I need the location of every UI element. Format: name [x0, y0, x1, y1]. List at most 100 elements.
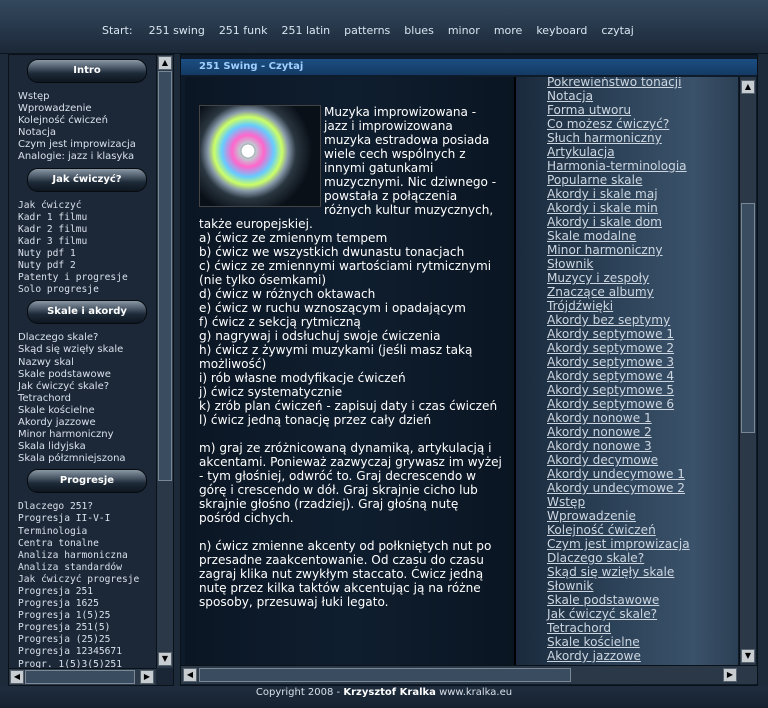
- side-link[interactable]: Akordy i skale maj: [547, 187, 690, 201]
- top-nav-link[interactable]: keyboard: [536, 24, 587, 37]
- side-link[interactable]: Akordy septymowe 6: [547, 397, 690, 411]
- sidebar-item[interactable]: Notacja: [18, 127, 156, 139]
- sidebar-item[interactable]: Nazwy skal: [18, 357, 156, 369]
- side-link[interactable]: Akordy septymowe 4: [547, 369, 690, 383]
- side-link[interactable]: Wprowadzenie: [547, 509, 690, 523]
- side-link[interactable]: Akordy bez septymy: [547, 313, 690, 327]
- side-link[interactable]: Akordy nonowe 2: [547, 425, 690, 439]
- side-link[interactable]: Jak ćwiczyć skale?: [547, 607, 690, 621]
- sidebar-item[interactable]: Skale kościelne: [18, 405, 156, 417]
- side-link[interactable]: Skale kościelne: [547, 635, 690, 649]
- sidebar-item[interactable]: Akordy jazzowe: [18, 417, 156, 429]
- top-nav-link[interactable]: 251 latin: [282, 24, 331, 37]
- scroll-up-icon[interactable]: ▲: [741, 80, 755, 94]
- side-link[interactable]: Słownik: [547, 579, 690, 593]
- top-nav-link[interactable]: more: [494, 24, 523, 37]
- sidebar-item[interactable]: Progresja 1(5)25: [18, 610, 156, 622]
- sidebar-item[interactable]: Wprowadzenie: [18, 103, 156, 115]
- sidebar-item[interactable]: Dlaczego skale?: [18, 332, 156, 344]
- sidebar-item[interactable]: Progresja 251(5): [18, 622, 156, 634]
- links-vertical-scrollbar[interactable]: ▲ ▼: [739, 77, 756, 665]
- sidebar-item[interactable]: Nuty pdf 1: [18, 248, 156, 260]
- sidebar-item[interactable]: Wstęp: [18, 91, 156, 103]
- top-nav-link[interactable]: 251 funk: [219, 24, 268, 37]
- side-link[interactable]: Akordy decymowe: [547, 453, 690, 467]
- main-horizontal-scrollbar[interactable]: ◀ ▶: [181, 665, 757, 684]
- scroll-thumb[interactable]: [25, 670, 135, 684]
- sidebar-item[interactable]: Dlaczego 251?: [18, 501, 156, 513]
- side-link[interactable]: Minor harmoniczny: [547, 243, 690, 257]
- sidebar-item[interactable]: Kadr 3 filmu: [18, 236, 156, 248]
- sidebar-item[interactable]: Solo progresje: [18, 284, 156, 296]
- side-link[interactable]: Forma utworu: [547, 103, 690, 117]
- side-link[interactable]: Słownik: [547, 257, 690, 271]
- side-link[interactable]: Tetrachord: [547, 621, 690, 635]
- side-link[interactable]: Akordy undecymowe 1: [547, 467, 690, 481]
- side-link[interactable]: Akordy nonowe 1: [547, 411, 690, 425]
- sidebar-item[interactable]: Nuty pdf 2: [18, 260, 156, 272]
- scroll-right-icon[interactable]: ▶: [723, 668, 737, 682]
- side-link[interactable]: Popularne skale: [547, 173, 690, 187]
- side-link[interactable]: Czym jest improwizacja: [547, 537, 690, 551]
- sidebar-item[interactable]: Skala półzmniejszona: [18, 453, 156, 465]
- side-link[interactable]: Muzycy i zespoły: [547, 271, 690, 285]
- side-link[interactable]: Notacja: [547, 89, 690, 103]
- sidebar-item[interactable]: Progresja 12345671: [18, 646, 156, 658]
- sidebar-item[interactable]: Progresja (25)25: [18, 634, 156, 646]
- sidebar-item[interactable]: Skąd się wzięły skale: [18, 344, 156, 356]
- side-link[interactable]: Akordy septymowe 3: [547, 355, 690, 369]
- sidebar-section-header[interactable]: Skale i akordy: [27, 300, 147, 325]
- side-link[interactable]: Akordy septymowe 1: [547, 327, 690, 341]
- footer-site-link[interactable]: www.kralka.eu: [439, 687, 512, 698]
- sidebar-item[interactable]: Minor harmoniczny: [18, 429, 156, 441]
- sidebar-item[interactable]: Centra tonalne: [18, 538, 156, 550]
- side-link[interactable]: Akordy i skale min: [547, 201, 690, 215]
- side-link[interactable]: Akordy nonowe 3: [547, 439, 690, 453]
- top-nav-link[interactable]: blues: [404, 24, 434, 37]
- side-link[interactable]: Skąd się wzięły skale: [547, 565, 690, 579]
- sidebar-item[interactable]: Kadr 2 filmu: [18, 224, 156, 236]
- sidebar-item[interactable]: Progresja 251: [18, 586, 156, 598]
- side-link[interactable]: Pokrewieństwo tonacji: [547, 77, 690, 89]
- sidebar-item[interactable]: Analiza standardów: [18, 562, 156, 574]
- scroll-right-icon[interactable]: ▶: [140, 670, 154, 684]
- side-link[interactable]: Akordy jazzowe: [547, 649, 690, 663]
- top-nav-link[interactable]: patterns: [344, 24, 390, 37]
- sidebar-item[interactable]: Skala lidyjska: [18, 441, 156, 453]
- side-link[interactable]: Co możesz ćwiczyć?: [547, 117, 690, 131]
- sidebar-item[interactable]: Patenty i progresje: [18, 272, 156, 284]
- top-nav-link[interactable]: 251 swing: [149, 24, 205, 37]
- side-link[interactable]: Harmonia-terminologia: [547, 159, 690, 173]
- scroll-thumb[interactable]: [741, 203, 755, 433]
- top-nav-link[interactable]: czytaj: [601, 24, 633, 37]
- sidebar-item[interactable]: Analiza harmoniczna: [18, 550, 156, 562]
- sidebar-item[interactable]: Jak ćwiczyć: [18, 200, 156, 212]
- sidebar-item[interactable]: Jak ćwiczyć progresje: [18, 574, 156, 586]
- scroll-thumb[interactable]: [199, 668, 571, 682]
- sidebar-section-header[interactable]: Intro: [27, 59, 147, 83]
- sidebar-item[interactable]: Progresja II-V-I: [18, 513, 156, 525]
- sidebar-section-header[interactable]: Progresje: [27, 469, 147, 494]
- sidebar-item[interactable]: Czym jest improwizacja: [18, 139, 156, 151]
- scroll-up-icon[interactable]: ▲: [158, 56, 172, 70]
- side-link[interactable]: Akordy undecymowe 2: [547, 481, 690, 495]
- sidebar-section-header[interactable]: Jak ćwiczyć?: [27, 167, 147, 192]
- scroll-thumb[interactable]: [158, 71, 172, 481]
- side-link[interactable]: Akordy septymowe 2: [547, 341, 690, 355]
- side-link[interactable]: Akordy septymowe 5: [547, 383, 690, 397]
- side-link[interactable]: Skale podstawowe: [547, 593, 690, 607]
- scroll-down-icon[interactable]: ▼: [741, 649, 755, 663]
- sidebar-horizontal-scrollbar[interactable]: ◀ ▶: [9, 668, 156, 685]
- sidebar-item[interactable]: Terminologia: [18, 526, 156, 538]
- sidebar-item[interactable]: Progr. 1(5)3(5)251: [18, 659, 156, 668]
- sidebar-item[interactable]: Kolejność ćwiczeń: [18, 115, 156, 127]
- sidebar-item[interactable]: Progresja 1625: [18, 598, 156, 610]
- side-link[interactable]: Trójdźwięki: [547, 299, 690, 313]
- sidebar-item[interactable]: Skale podstawowe: [18, 369, 156, 381]
- side-link[interactable]: Słuch harmoniczny: [547, 131, 690, 145]
- sidebar-item[interactable]: Kadr 1 filmu: [18, 212, 156, 224]
- side-link[interactable]: Znaczące albumy: [547, 285, 690, 299]
- side-link[interactable]: Kolejność ćwiczeń: [547, 523, 690, 537]
- side-link[interactable]: Akordy i skale dom: [547, 215, 690, 229]
- sidebar-vertical-scrollbar[interactable]: ▲ ▼: [156, 55, 173, 668]
